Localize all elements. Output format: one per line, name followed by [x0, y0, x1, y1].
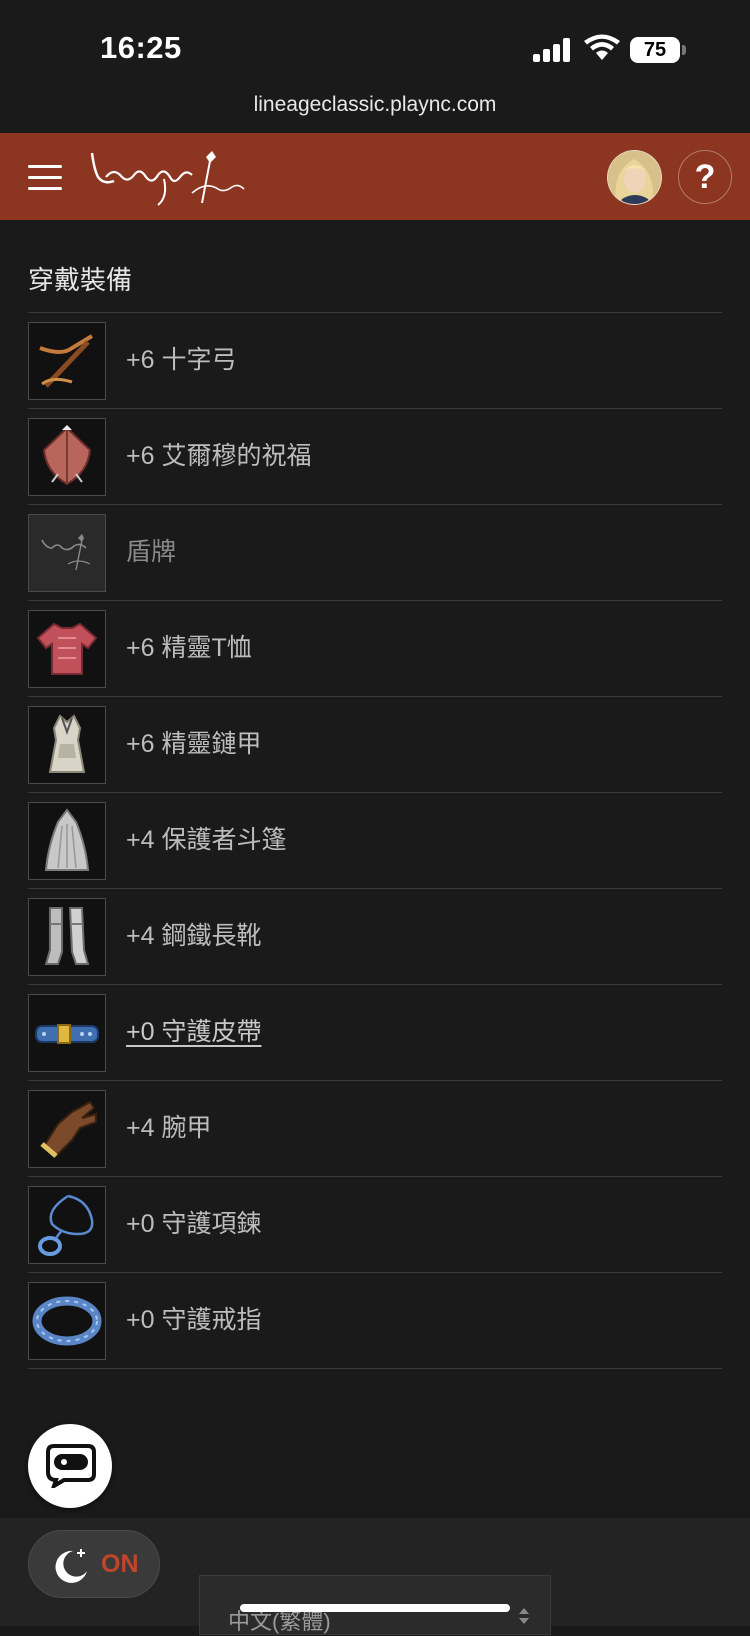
browser-url[interactable]: lineageclassic.plaync.com	[0, 93, 750, 117]
equipment-name: 盾牌	[126, 538, 177, 566]
select-caret-icon	[519, 1608, 529, 1624]
glove-icon	[28, 1090, 106, 1168]
battery-indicator: 75	[630, 37, 680, 63]
equipment-name-link[interactable]: +0 守護皮帶	[126, 985, 261, 1080]
battery-nub	[682, 45, 686, 55]
equipment-name: +6 精靈T恤	[126, 634, 252, 662]
cellular-signal-icon	[533, 38, 573, 62]
home-indicator	[240, 1604, 510, 1612]
equipment-name: +4 保護者斗篷	[126, 826, 287, 854]
equipment-list: +6 十字弓 +6 艾爾穆的祝福 盾牌 +6 精靈T恤 +6 精靈鏈甲 +4 保…	[28, 312, 722, 1369]
equipment-name: +4 腕甲	[126, 1114, 212, 1142]
equipment-row[interactable]: 盾牌	[28, 505, 722, 601]
equipment-row[interactable]: +6 艾爾穆的祝福	[28, 409, 722, 505]
site-header: ?	[0, 133, 750, 220]
chainmail-icon	[28, 706, 106, 784]
wifi-icon	[584, 34, 620, 60]
user-avatar[interactable]	[607, 150, 662, 205]
cloak-icon	[28, 802, 106, 880]
belt-icon	[28, 994, 106, 1072]
equipment-name: +6 十字弓	[126, 346, 237, 374]
equipment-name: +0 守護戒指	[126, 1306, 262, 1334]
chat-bot-icon	[46, 1444, 96, 1488]
crossbow-icon	[28, 322, 106, 400]
equipment-row[interactable]: +4 鋼鐵長靴	[28, 889, 722, 985]
equipment-row[interactable]: +6 精靈鏈甲	[28, 697, 722, 793]
lineage-classic-logo[interactable]	[88, 147, 248, 209]
equipment-row[interactable]: +4 保護者斗篷	[28, 793, 722, 889]
section-title: 穿戴裝備	[28, 265, 133, 295]
empty-slot-logo-icon	[28, 514, 106, 592]
necklace-icon	[28, 1186, 106, 1264]
tshirt-icon	[28, 610, 106, 688]
equipment-name: +6 精靈鏈甲	[126, 730, 262, 758]
equipment-name: +4 鋼鐵長靴	[126, 922, 262, 950]
chat-button[interactable]	[28, 1424, 112, 1508]
status-time: 16:25	[100, 30, 182, 65]
shield-icon	[28, 418, 106, 496]
equipment-name: +0 守護項鍊	[126, 1210, 262, 1238]
menu-icon[interactable]	[28, 165, 62, 191]
equipment-name: +6 艾爾穆的祝福	[126, 442, 312, 470]
moon-icon	[55, 1549, 87, 1583]
equipment-row[interactable]: +4 腕甲	[28, 1081, 722, 1177]
status-bar: 16:25 75 lineageclassic.plaync.com	[0, 0, 750, 116]
night-mode-state: ON	[101, 1550, 139, 1578]
equipment-row[interactable]: +6 精靈T恤	[28, 601, 722, 697]
equipment-row[interactable]: +0 守護戒指	[28, 1273, 722, 1369]
night-mode-toggle[interactable]: ON	[28, 1530, 160, 1598]
help-button[interactable]: ?	[678, 150, 732, 204]
equipment-row[interactable]: +6 十字弓	[28, 313, 722, 409]
ring-icon	[28, 1282, 106, 1360]
boots-icon	[28, 898, 106, 976]
equipment-row[interactable]: +0 守護項鍊	[28, 1177, 722, 1273]
equipment-row[interactable]: +0 守護皮帶	[28, 985, 722, 1081]
